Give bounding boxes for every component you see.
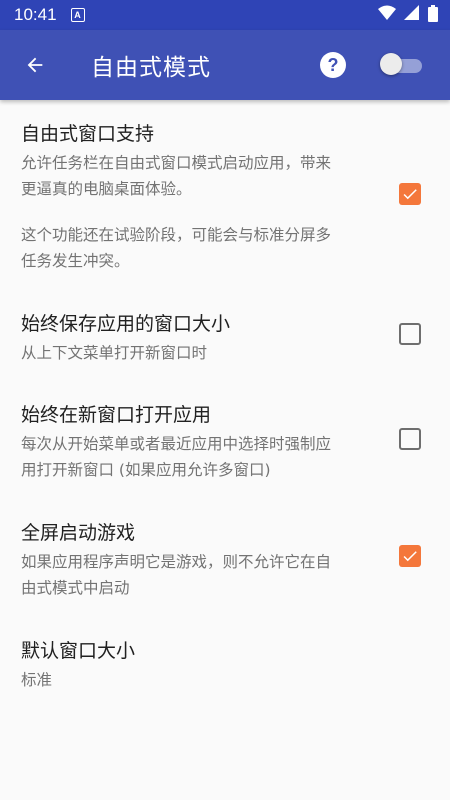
page-title: 自由式模式 bbox=[91, 55, 211, 81]
setting-value: 标准 bbox=[21, 671, 53, 689]
summary-line: 更逼真的电脑桌面体验。 bbox=[21, 180, 192, 198]
check-icon bbox=[403, 189, 417, 200]
freeform-checkbox[interactable] bbox=[399, 183, 421, 205]
notification-a-icon: A bbox=[70, 8, 85, 22]
note-line: 任务发生冲突。 bbox=[21, 252, 130, 270]
setting-fullscreen-games[interactable]: 全屏启动游戏 如果应用程序声明它是游戏，则不允许它在自 由式模式中启动 bbox=[21, 521, 381, 601]
status-bar: 10:41 A bbox=[0, 0, 450, 30]
help-button[interactable]: ? bbox=[320, 52, 346, 78]
setting-summary: 每次从开始菜单或者最近应用中选择时强制应 用打开新窗口 (如果应用允许多窗口) bbox=[21, 431, 381, 483]
setting-title: 全屏启动游戏 bbox=[21, 522, 136, 544]
fullscreen-games-checkbox[interactable] bbox=[399, 545, 421, 567]
master-switch[interactable] bbox=[380, 53, 422, 75]
setting-freeform-window-support[interactable]: 自由式窗口支持 允许任务栏在自由式窗口模式启动应用，带来 更逼真的电脑桌面体验。… bbox=[21, 122, 381, 274]
summary-line: 由式模式中启动 bbox=[21, 579, 130, 597]
wifi-icon bbox=[378, 5, 396, 25]
setting-note: 这个功能还在试验阶段，可能会与标准分屏多 任务发生冲突。 bbox=[21, 222, 381, 274]
setting-save-window-size[interactable]: 始终保存应用的窗口大小 从上下文菜单打开新窗口时 bbox=[21, 312, 381, 366]
help-icon: ? bbox=[327, 54, 339, 75]
switch-thumb bbox=[380, 53, 402, 75]
back-button[interactable] bbox=[0, 30, 70, 100]
setting-open-new-window[interactable]: 始终在新窗口打开应用 每次从开始菜单或者最近应用中选择时强制应 用打开新窗口 (… bbox=[21, 403, 381, 483]
signal-icon bbox=[404, 5, 420, 25]
note-line: 这个功能还在试验阶段，可能会与标准分屏多 bbox=[21, 226, 332, 244]
summary-line: 用打开新窗口 (如果应用允许多窗口) bbox=[21, 461, 271, 479]
arrow-back-icon bbox=[27, 57, 43, 73]
battery-icon bbox=[428, 4, 438, 26]
check-icon bbox=[403, 551, 417, 562]
setting-summary: 允许任务栏在自由式窗口模式启动应用，带来 更逼真的电脑桌面体验。 bbox=[21, 150, 381, 202]
toolbar: 自由式模式 ? bbox=[0, 30, 450, 100]
setting-title: 默认窗口大小 bbox=[21, 640, 136, 662]
open-new-window-checkbox[interactable] bbox=[399, 428, 421, 450]
save-window-size-checkbox[interactable] bbox=[399, 323, 421, 345]
setting-default-window-size[interactable]: 默认窗口大小 标准 bbox=[21, 639, 381, 693]
summary-line: 如果应用程序声明它是游戏，则不允许它在自 bbox=[21, 553, 332, 571]
setting-title: 始终保存应用的窗口大小 bbox=[21, 313, 231, 335]
setting-summary: 从上下文菜单打开新窗口时 bbox=[21, 344, 208, 362]
summary-line: 每次从开始菜单或者最近应用中选择时强制应 bbox=[21, 435, 332, 453]
setting-summary: 如果应用程序声明它是游戏，则不允许它在自 由式模式中启动 bbox=[21, 549, 381, 601]
setting-title: 始终在新窗口打开应用 bbox=[21, 404, 212, 426]
summary-line: 允许任务栏在自由式窗口模式启动应用，带来 bbox=[21, 154, 332, 172]
status-time: 10:41 bbox=[14, 5, 57, 24]
setting-title: 自由式窗口支持 bbox=[21, 123, 155, 145]
